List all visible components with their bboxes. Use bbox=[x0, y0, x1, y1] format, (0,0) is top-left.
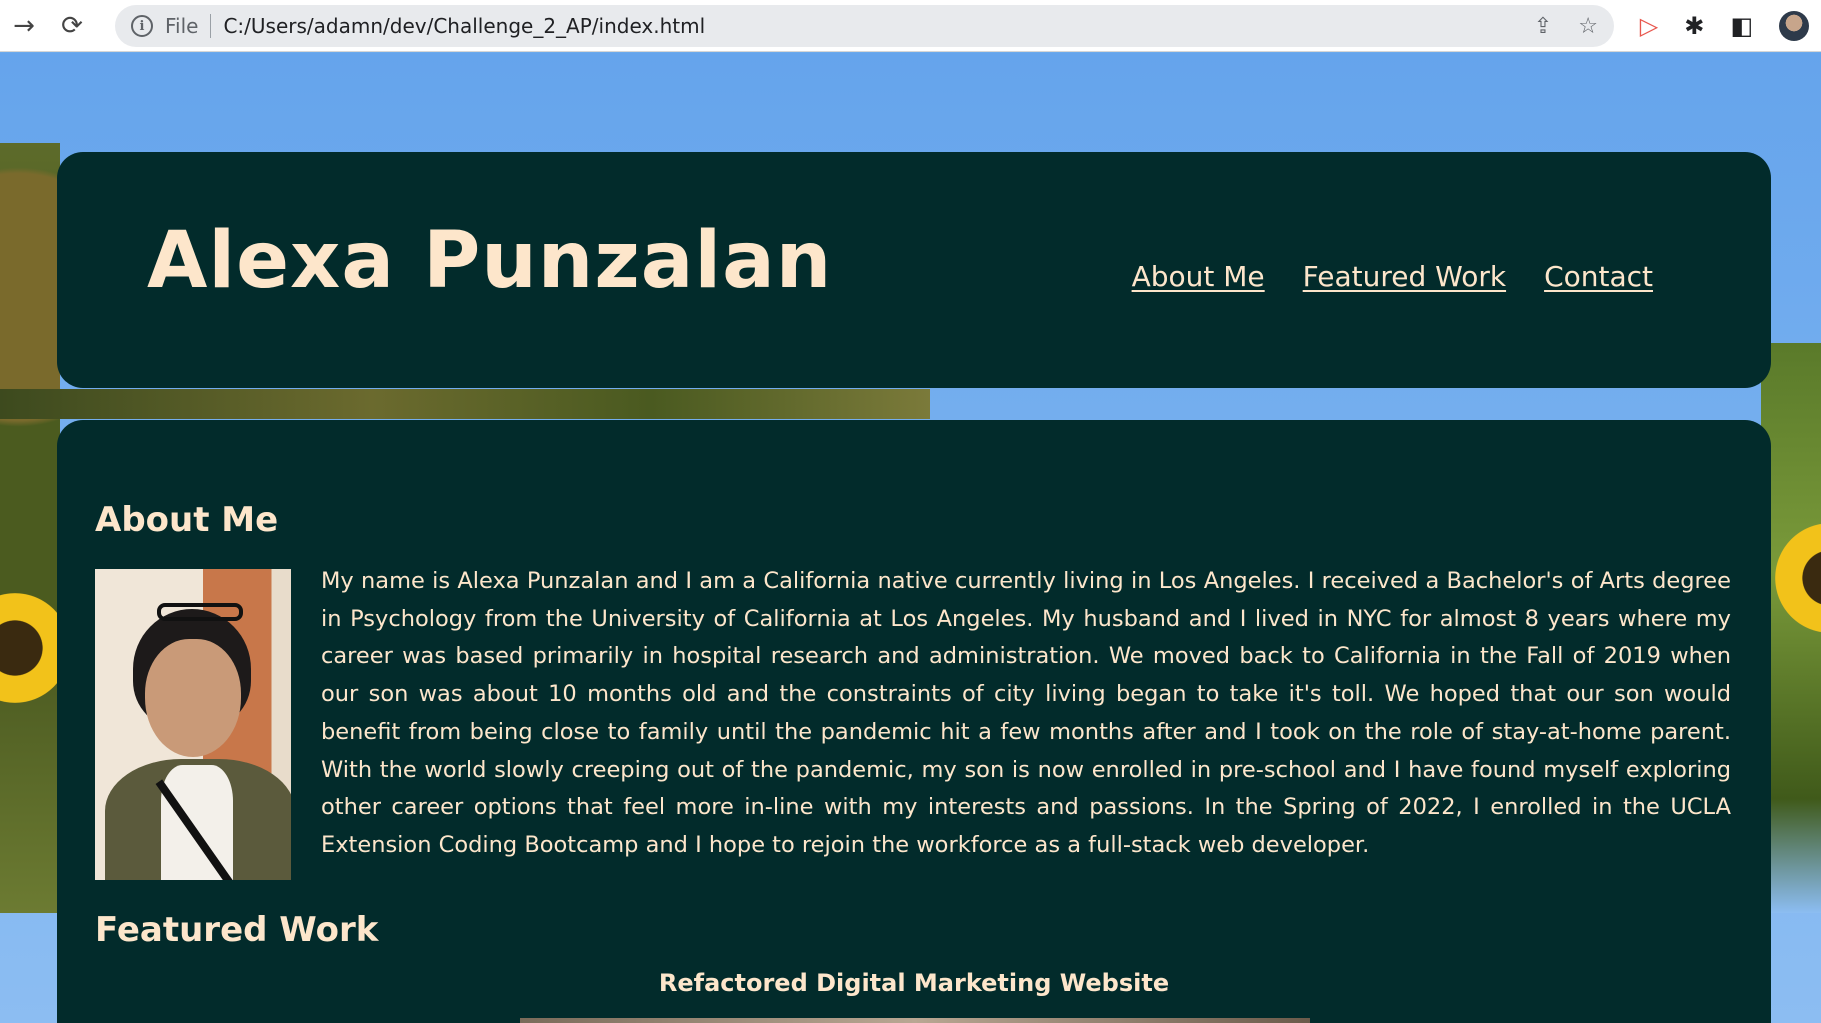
side-panel-icon[interactable]: ◧ bbox=[1730, 12, 1753, 40]
site-title: Alexa Punzalan bbox=[147, 216, 833, 306]
profile-avatar[interactable] bbox=[1779, 11, 1809, 41]
nav-link-featured-work[interactable]: Featured Work bbox=[1303, 260, 1506, 293]
reload-icon: ⟳ bbox=[61, 10, 83, 41]
nav-link-contact[interactable]: Contact bbox=[1544, 260, 1653, 293]
scheme-label: File bbox=[165, 14, 199, 38]
divider bbox=[210, 14, 212, 38]
address-bar[interactable]: i File C:/Users/adamn/dev/Challenge_2_AP… bbox=[115, 5, 1614, 47]
site-header: Alexa Punzalan About Me Featured Work Co… bbox=[57, 152, 1771, 388]
reload-button[interactable]: ⟳ bbox=[48, 0, 96, 52]
share-icon[interactable]: ⇪ bbox=[1534, 14, 1552, 39]
arrow-right-icon: → bbox=[13, 10, 35, 41]
forward-button[interactable]: → bbox=[0, 0, 48, 52]
project-screenshot[interactable] bbox=[520, 1018, 1310, 1023]
project-title: Refactored Digital Marketing Website bbox=[658, 969, 1170, 997]
extensions-puzzle-icon[interactable]: ✱ bbox=[1684, 12, 1704, 40]
about-paragraph: My name is Alexa Punzalan and I am a Cal… bbox=[321, 568, 1731, 858]
bookmark-star-icon[interactable]: ☆ bbox=[1578, 14, 1598, 39]
profile-photo bbox=[95, 569, 291, 880]
background-foliage-strip bbox=[0, 389, 930, 419]
main-content: About Me My name is Alexa Punzalan and I… bbox=[57, 420, 1771, 1023]
main-nav: About Me Featured Work Contact bbox=[1132, 260, 1653, 293]
url-text[interactable]: C:/Users/adamn/dev/Challenge_2_AP/index.… bbox=[223, 14, 705, 38]
nav-link-about-me[interactable]: About Me bbox=[1132, 260, 1265, 293]
extension-record-icon[interactable]: ▷ bbox=[1640, 12, 1658, 40]
info-icon[interactable]: i bbox=[131, 15, 153, 37]
about-heading: About Me bbox=[95, 500, 279, 540]
background-foliage-left bbox=[0, 143, 60, 913]
featured-heading: Featured Work bbox=[95, 910, 379, 950]
browser-toolbar: → ⟳ i File C:/Users/adamn/dev/Challenge_… bbox=[0, 0, 1821, 52]
